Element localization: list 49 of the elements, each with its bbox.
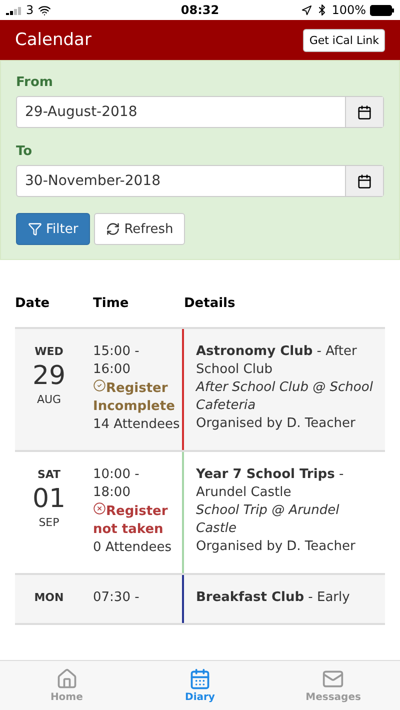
weekday-text: SAT (37, 467, 61, 483)
attendee-count: 0 Attendees (93, 539, 173, 557)
calendar-icon (188, 668, 211, 690)
end-time: 16:00 (93, 361, 132, 379)
to-label: To (16, 144, 34, 159)
event-location: After School Club @ School Cafeteria (196, 379, 374, 415)
carrier-text: 3 (26, 3, 34, 17)
to-date-field[interactable]: 30-November-2018 (17, 166, 345, 196)
day-number: 29 (32, 361, 66, 391)
day-number: 01 (32, 484, 66, 514)
home-icon (56, 668, 78, 690)
start-time: 10:00 - (93, 466, 140, 484)
start-time: 15:00 - (93, 343, 140, 361)
event-title: Breakfast Club - Early (196, 589, 351, 607)
refresh-icon (106, 222, 120, 236)
mail-icon (322, 668, 344, 690)
ical-link-button[interactable]: Get iCal Link (303, 28, 385, 52)
wifi-icon (38, 4, 51, 16)
event-title: Astronomy Club - After School Club (196, 343, 358, 379)
refresh-button[interactable]: Refresh (94, 213, 186, 245)
register-status: Register not taken (93, 502, 169, 539)
location-icon (300, 4, 312, 16)
signal-icon (6, 5, 22, 15)
calendar-icon[interactable] (357, 174, 372, 188)
page-title: Calendar (15, 30, 92, 50)
event-title: Year 7 School Trips - Arundel Castle (196, 466, 345, 502)
organiser-text: Organised by D. Teacher (196, 538, 356, 556)
clock-text: 08:32 (180, 3, 220, 17)
register-status: Register Incomplete (93, 379, 176, 416)
from-label: From (16, 75, 54, 90)
weekday-text: MON (34, 590, 64, 606)
filter-icon (28, 222, 42, 236)
weekday-text: WED (34, 344, 64, 360)
calendar-icon[interactable] (357, 104, 372, 120)
event-location: School Trip @ Arundel Castle (196, 502, 340, 538)
attendee-count: 14 Attendees (93, 416, 181, 434)
battery-text: 100% (332, 3, 366, 17)
organiser-text: Organised by D. Teacher (196, 415, 356, 433)
start-time: 07:30 - (93, 589, 140, 607)
end-time: 18:00 (93, 484, 132, 502)
from-date-field[interactable]: 29-August-2018 (17, 97, 345, 127)
month-text: SEP (38, 515, 60, 531)
check-circle-icon (93, 379, 106, 392)
filter-button[interactable]: Filter (16, 213, 90, 245)
month-text: AUG (36, 392, 62, 408)
to-date-picker[interactable]: 30-November-2018 (16, 165, 384, 197)
from-date-picker[interactable]: 29-August-2018 (16, 96, 384, 128)
battery-icon (370, 4, 394, 16)
cross-circle-icon (93, 502, 106, 515)
